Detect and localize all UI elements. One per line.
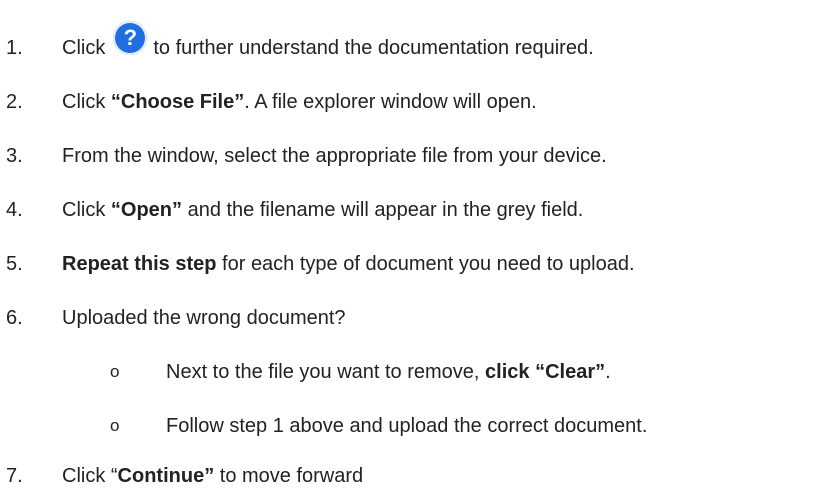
step-1: 1. Click ? to further understand the doc… [6,21,594,66]
step-4: 4. Click “Open” and the filename will ap… [6,192,583,228]
step-number: 1. [6,37,23,59]
step-text: to move forward [214,465,364,487]
step-number: 6. [6,307,23,329]
step-text: Click [62,91,111,113]
step-3: 3. From the window, select the appropria… [6,138,607,174]
step-text: Follow step 1 above and upload the corre… [166,415,648,437]
bullet-marker: o [110,416,120,435]
clear-label: click “Clear” [485,361,606,383]
step-text: for each type of document you need to up… [216,253,635,275]
step-6-bullet-2: o Follow step 1 above and upload the cor… [110,408,647,444]
step-6: 6. Uploaded the wrong document? [6,300,346,336]
step-text: and the filename will appear in the grey… [182,199,584,221]
step-number: 5. [6,253,23,275]
step-6-bullet-1: o Next to the file you want to remove, c… [110,354,611,390]
step-7: 7. Click “ Continue” to move forward [6,458,363,494]
step-text: Uploaded the wrong document? [62,307,346,329]
step-text: Click [62,199,111,221]
step-number: 3. [6,145,23,167]
step-text: . A file explorer window will open. [244,91,537,113]
step-text: Click “ [62,465,118,487]
continue-label: Continue” [117,465,215,487]
step-5: 5. Repeat this step for each type of doc… [6,246,635,282]
step-text: . [605,361,611,383]
step-number: 7. [6,465,23,487]
step-2: 2. Click “Choose File” . A file explorer… [6,84,537,120]
step-text: Next to the file you want to remove, [166,361,486,383]
step-text: From the window, select the appropriate … [62,145,607,167]
step-number: 2. [6,91,23,113]
bullet-marker: o [110,362,120,381]
step-number: 4. [6,199,23,221]
repeat-step-label: Repeat this step [62,253,217,275]
step-text: Click [62,37,106,59]
choose-file-label: “Choose File” [110,91,245,113]
step-text: to further understand the documentation … [153,37,594,59]
instructions-document: 1. Click ? to further understand the doc… [0,0,815,500]
question-mark-help-icon[interactable]: ? [113,21,148,55]
open-label: “Open” [110,199,183,221]
